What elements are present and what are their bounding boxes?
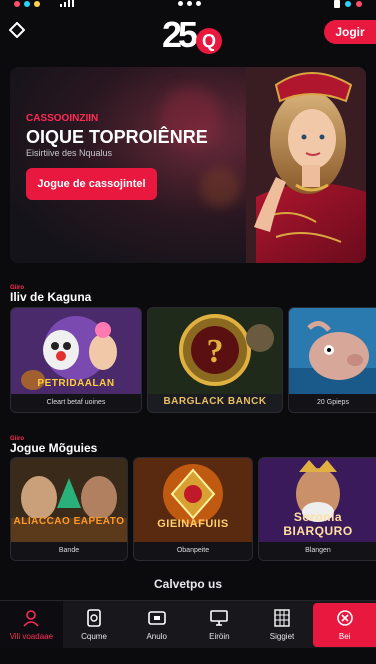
game-caption: Obanpeite: [134, 542, 252, 560]
wifi-icon: [345, 1, 351, 7]
nav-label: Eiröin: [209, 632, 230, 641]
game-art-image: ?: [148, 308, 282, 394]
hero-pretitle: CASSOOINZIIN: [26, 113, 99, 124]
nav-item-slots[interactable]: Siggiet: [251, 601, 314, 649]
game-title: Soronia BIARQURO: [283, 510, 353, 538]
system-icons: [334, 0, 362, 8]
game-art-image: [11, 458, 127, 542]
nav-label: Bei: [338, 632, 351, 641]
signal-icon: [60, 0, 74, 7]
hero-cta-button[interactable]: Jogue de cassojintel: [26, 168, 157, 200]
game-card[interactable]: Soronia BIARQURO Blangen: [258, 457, 376, 561]
record-icon: [356, 1, 362, 7]
notification-dots: [14, 1, 40, 7]
game-caption: Blangen: [259, 542, 376, 560]
diamond-menu-icon[interactable]: [9, 22, 25, 38]
game-card[interactable]: ALIACCAO EAPEATO Bande: [10, 457, 128, 561]
nav-item-bet[interactable]: Bei: [313, 603, 376, 647]
hero-model-image: [246, 67, 366, 263]
logo-q-badge: Q: [196, 28, 222, 54]
nav-label: Siggiet: [269, 632, 295, 641]
hero-subtitle: Eisirtiive des Nqualus: [26, 148, 113, 158]
login-button[interactable]: Jogir: [324, 20, 376, 44]
nav-item-wallet[interactable]: Anulo: [125, 601, 188, 649]
section-title-popular: Jogue Mõguies: [10, 441, 98, 455]
game-title: BARGLACK BANCK: [163, 396, 267, 407]
home-indicator-bar: [0, 648, 376, 664]
status-bar: [0, 0, 376, 10]
game-caption: 20 Gpieps: [289, 394, 376, 412]
bottom-navigation: Vili voadaae Cqume Anulo Eiröin Siggiet …: [0, 600, 376, 649]
game-title: PETRIDAALAN: [37, 378, 115, 389]
grid-icon: [274, 609, 290, 627]
game-card[interactable]: PETRIDAALAN Cleart betaf uoines: [10, 307, 142, 413]
nav-label: Cqume: [81, 632, 107, 641]
contact-link[interactable]: Calvetpo us: [0, 577, 376, 591]
bet-icon: [336, 610, 353, 626]
nav-label: Vili voadaae: [9, 632, 54, 641]
game-card[interactable]: GIEINAFUIIS Obanpeite: [133, 457, 253, 561]
game-caption: Cleart betaf uoines: [11, 394, 141, 412]
nav-label: Anulo: [146, 632, 167, 641]
user-icon: [23, 610, 39, 627]
hero-title: OIQUE TOPROIÊNRE: [26, 127, 208, 147]
battery-icon: [334, 0, 340, 8]
game-card[interactable]: 20 Gpieps: [288, 307, 376, 413]
game-title: GIEINAFUIIS: [157, 518, 229, 530]
game-card[interactable]: ? BARGLACK BANCK: [147, 307, 283, 413]
nav-item-live[interactable]: Eiröin: [188, 601, 251, 649]
safe-icon: [87, 609, 101, 627]
wallet-icon: [147, 611, 166, 625]
brand-logo[interactable]: 25 Q: [162, 14, 222, 56]
section-title-live: Iliv de Kaguna: [10, 290, 92, 304]
game-caption: Bande: [11, 542, 127, 560]
game-title: ALIACCAO EAPEATO: [13, 516, 125, 527]
monitor-icon: [210, 610, 229, 626]
logo-number: 25: [162, 14, 198, 55]
nav-item-profile[interactable]: Vili voadaae: [0, 601, 63, 649]
app-header: 25 Q Jogir: [0, 10, 376, 56]
hero-banner[interactable]: CASSOOINZIIN OIQUE TOPROIÊNRE Eisirtiive…: [10, 67, 366, 263]
svg-text:?: ?: [207, 333, 224, 370]
game-art-image: [289, 308, 376, 394]
nav-item-cashier[interactable]: Cqume: [63, 601, 126, 649]
camera-dots: [178, 1, 201, 6]
